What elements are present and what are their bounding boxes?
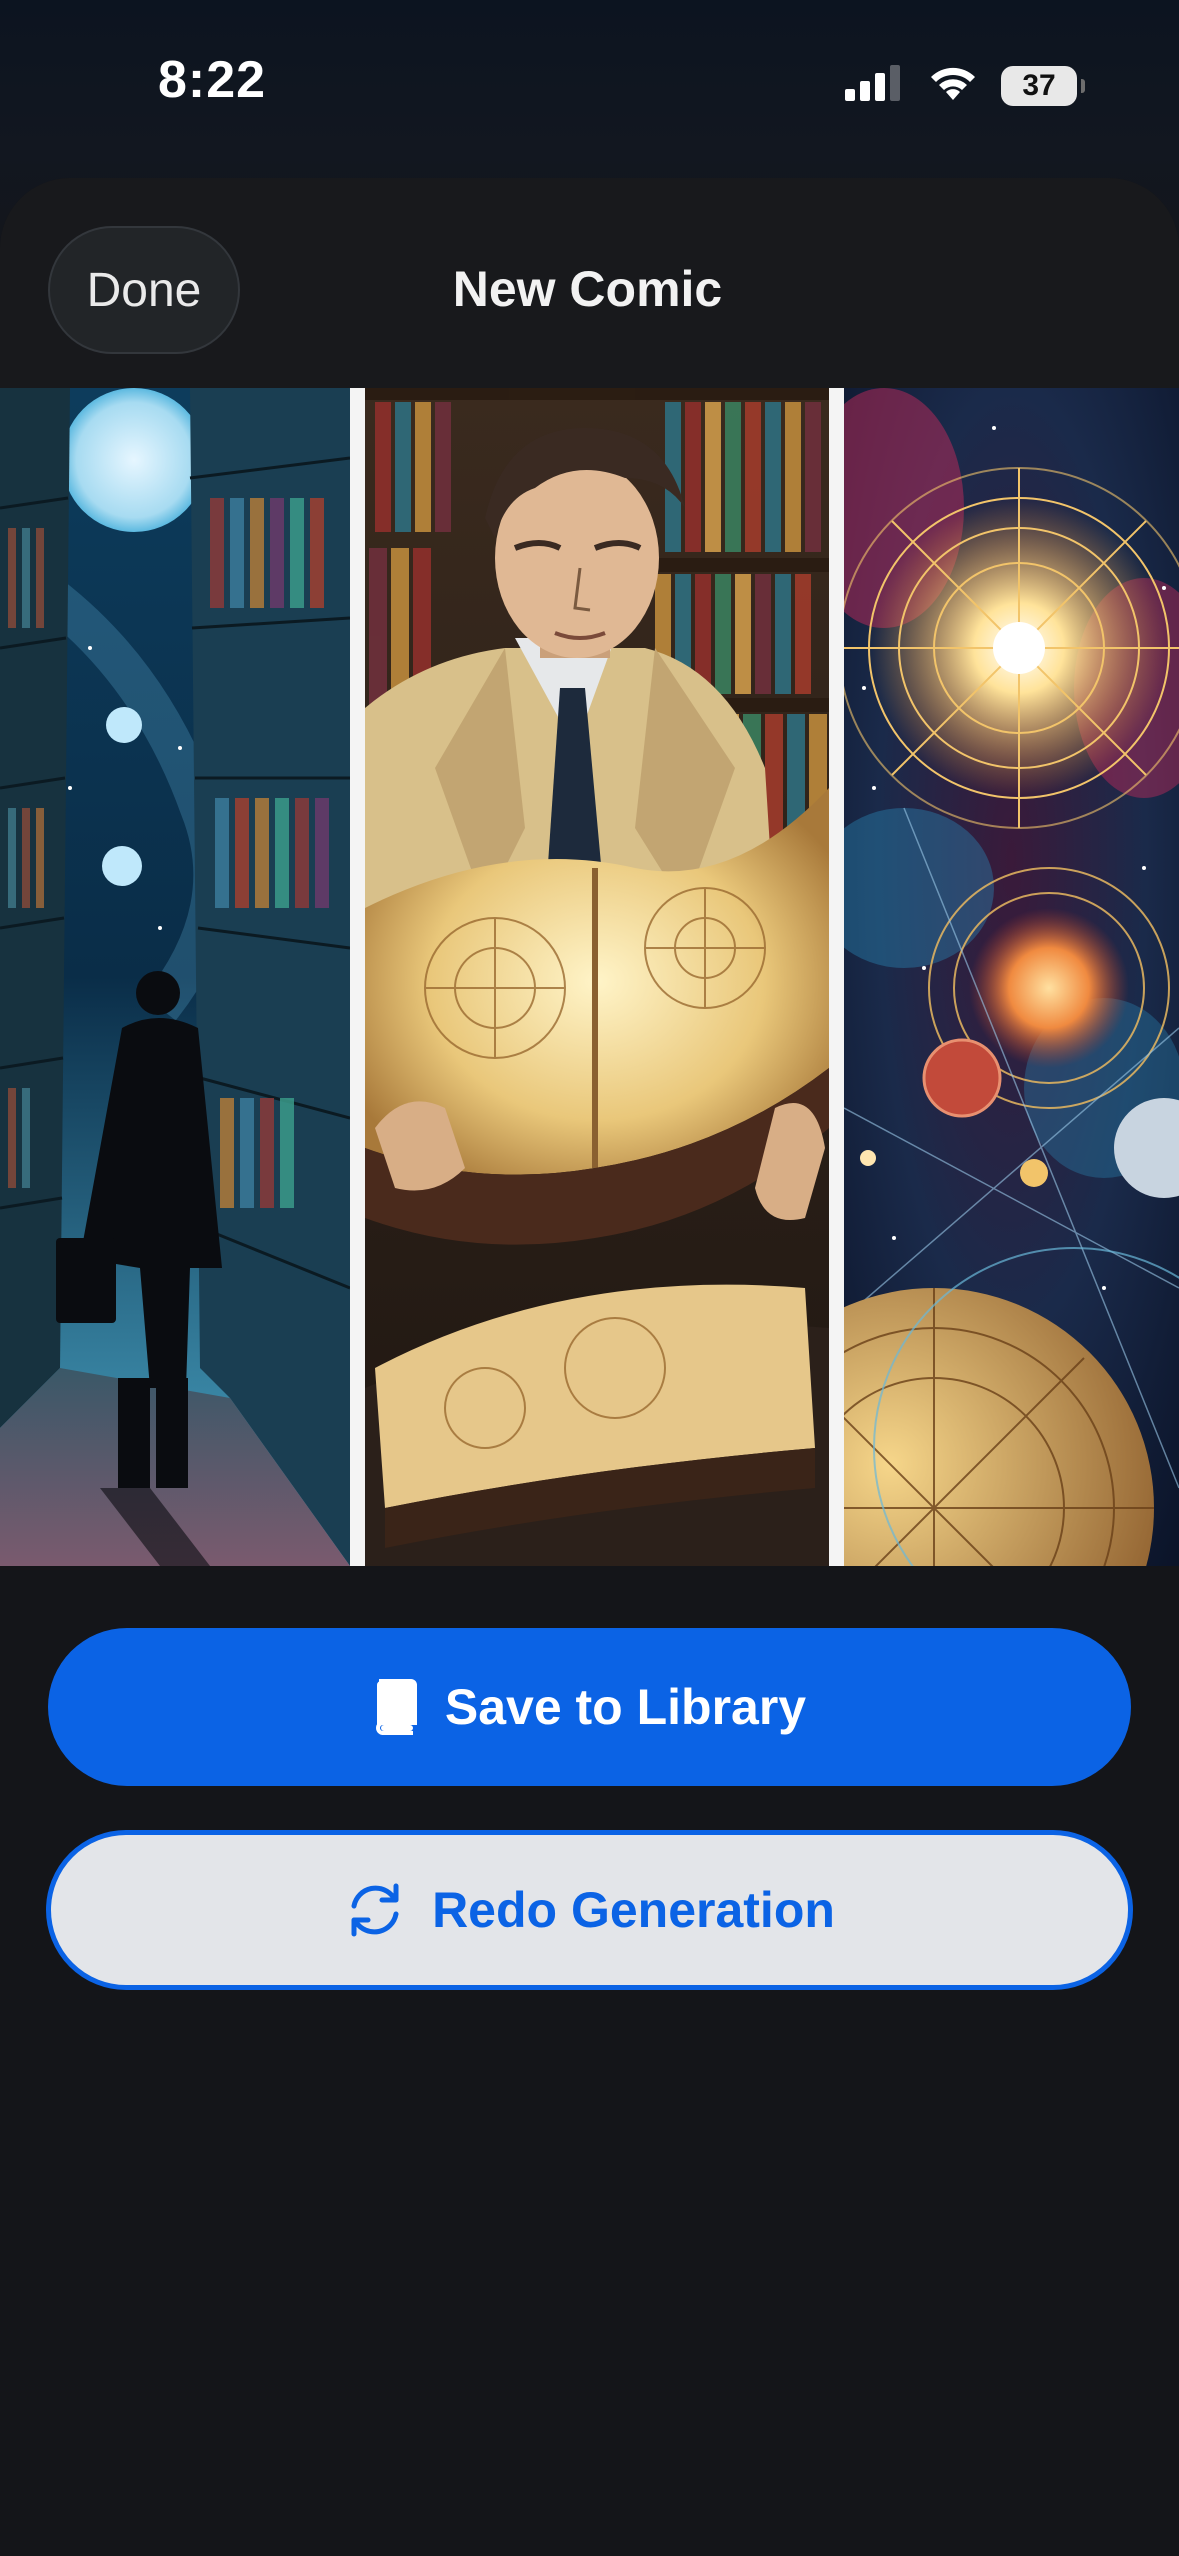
book-icon [373,1679,417,1735]
redo-generation-button[interactable]: Redo Generation [46,1830,1133,1990]
done-button[interactable]: Done [48,226,240,354]
save-to-library-button[interactable]: Save to Library [48,1628,1131,1786]
save-button-label: Save to Library [444,1679,807,1735]
reading-book-panel [365,388,829,1566]
sheet-header: Done New Comic [0,178,1179,388]
status-icons: 37 [845,64,1085,107]
signal-icon [845,65,905,106]
new-comic-sheet: Done New Comic Save to Library Redo Gene… [0,178,1179,2556]
redo-button-label: Redo Generation [432,1882,835,1938]
wifi-icon [927,64,979,107]
comic-strip [0,388,1179,1566]
status-time: 8:22 [158,51,267,109]
sheet-title-text: New Comic [452,261,723,317]
comic-screen: 8:22 37 Done New Comic Save to Library R… [0,0,1179,2556]
cosmic-map-panel [844,388,1179,1566]
refresh-icon [344,1882,406,1938]
status-bar: 8:22 37 [0,0,1179,170]
library-aisle-panel [0,388,350,1566]
battery-icon: 37 [1001,65,1085,106]
